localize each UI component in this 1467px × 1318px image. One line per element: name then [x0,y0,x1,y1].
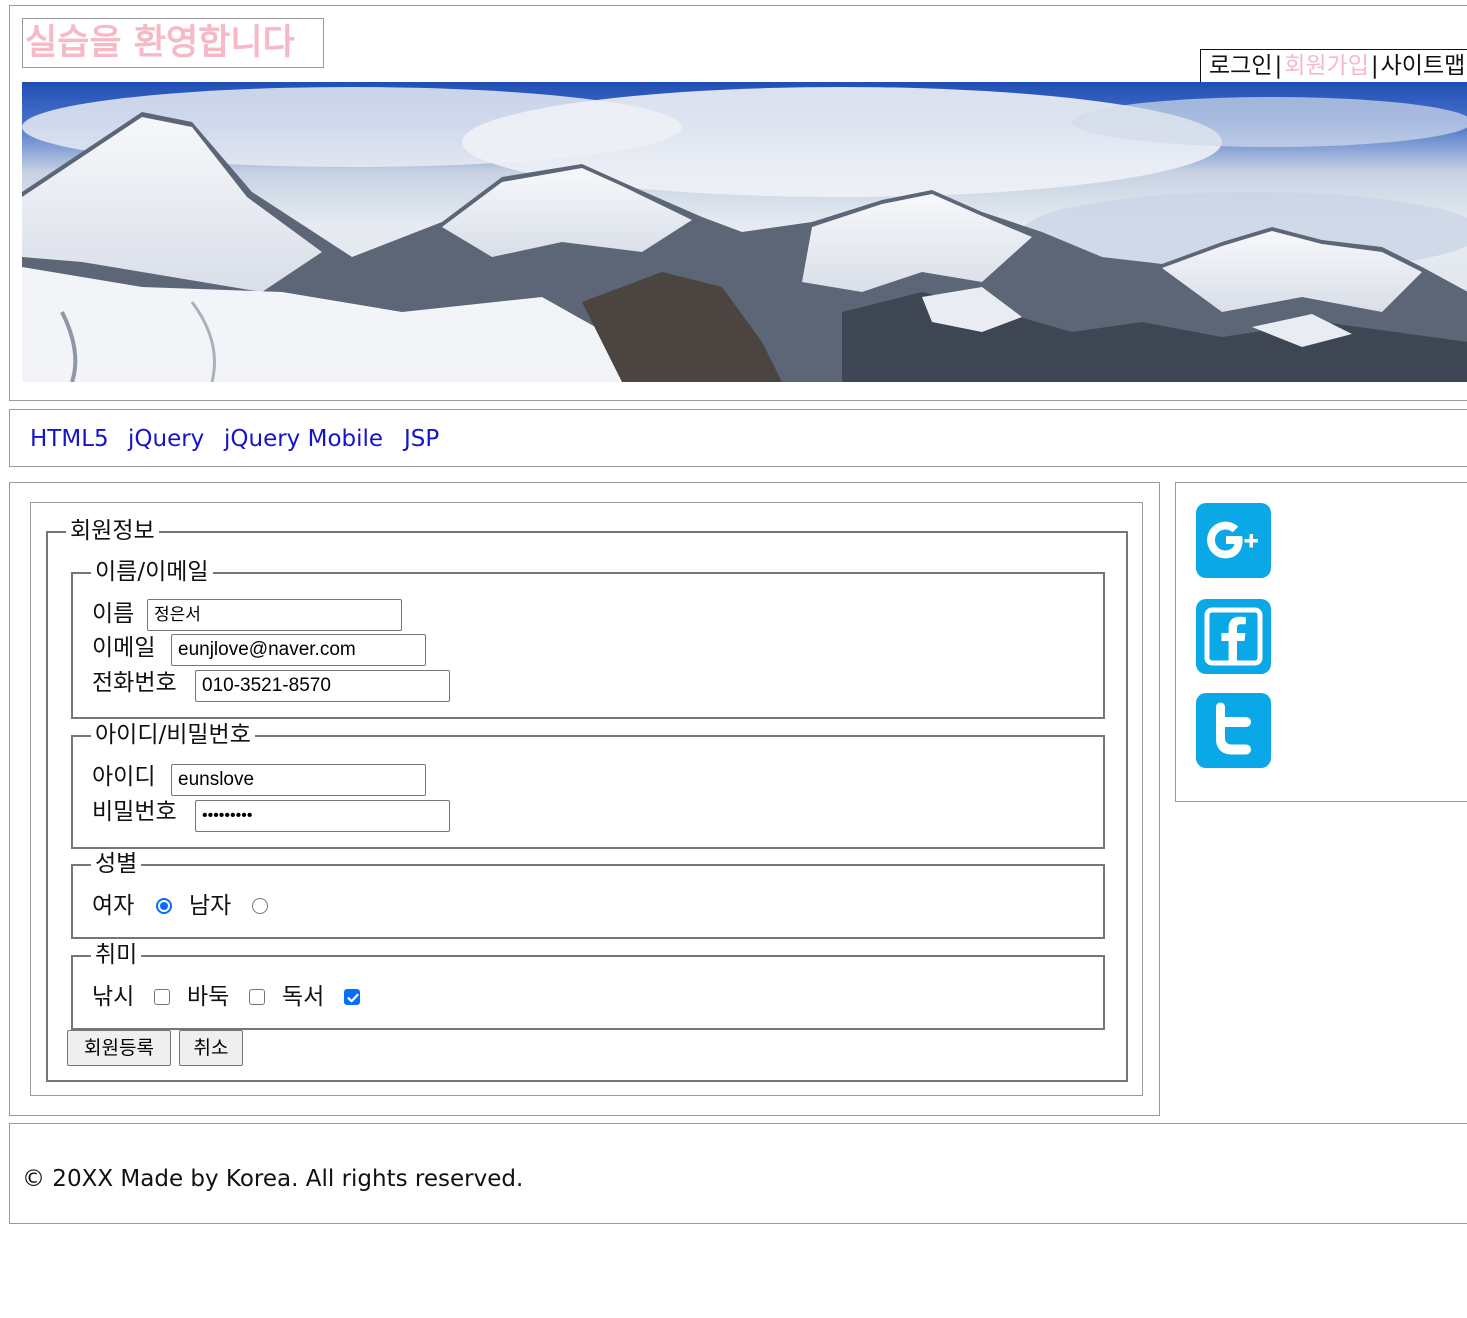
name-label: 이름 [92,601,135,627]
phone-label: 전화번호 [92,670,177,696]
phone-input[interactable]: 010-3521-8570 [195,670,450,702]
twitter-icon[interactable] [1196,693,1271,768]
user-id-input[interactable]: eunslove [171,764,426,796]
hobby-legend: 취미 [91,940,142,970]
email-label: 이메일 [92,635,156,661]
gender-fieldset: 성별 여자 남자 [71,849,1105,939]
gender-female-radio[interactable] [156,898,172,914]
hobby-baduk-checkbox[interactable] [249,989,265,1005]
top-nav-sitemap[interactable]: 사이트맵 [1381,53,1466,79]
nav-link-jsp[interactable]: JSP [404,425,439,453]
top-nav-signup[interactable]: 회원가입 [1284,53,1369,79]
nav-link-jquery-mobile[interactable]: jQuery Mobile [224,425,383,453]
hobby-fieldset: 취미 낚시 바둑 독서 [71,940,1105,1030]
social-aside [1175,482,1467,802]
gender-female-label: 여자 [92,893,135,919]
gender-male-label: 남자 [189,893,232,919]
page-header: 실습을 환영합니다 로그인|회원가입|사이트맵 [9,5,1467,401]
main-section: 회원정보 이름/이메일 이름 정은서 이메일 eunjlove@naver.co… [9,482,1160,1116]
page-footer: © 20XX Made by Korea. All rights reserve… [9,1123,1467,1224]
name-input[interactable]: 정은서 [147,599,402,631]
top-nav-separator: | [1370,53,1379,79]
hobby-fishing-checkbox[interactable] [154,989,170,1005]
top-nav-login[interactable]: 로그인 [1209,53,1272,79]
hobby-reading-checkbox[interactable] [344,989,360,1005]
checkmark-icon [347,993,359,1003]
cancel-button[interactable]: 취소 [179,1030,243,1066]
member-info-legend: 회원정보 [66,516,159,546]
member-info-fieldset: 회원정보 이름/이메일 이름 정은서 이메일 eunjlove@naver.co… [46,516,1128,1082]
nav-link-jquery[interactable]: jQuery [128,425,204,453]
facebook-icon[interactable] [1196,599,1271,674]
gender-legend: 성별 [91,849,142,879]
account-fieldset: 아이디/비밀번호 아이디 eunslove 비밀번호 ••••••••• [71,720,1105,849]
email-input[interactable]: eunjlove@naver.com [171,634,426,666]
form-wrapper: 회원정보 이름/이메일 이름 정은서 이메일 eunjlove@naver.co… [30,502,1143,1096]
top-nav: 로그인|회원가입|사이트맵 [1200,49,1467,83]
name-email-fieldset: 이름/이메일 이름 정은서 이메일 eunjlove@naver.com 전화번… [71,557,1105,719]
main-nav: HTML5 jQuery jQuery Mobile JSP [9,409,1467,467]
account-legend: 아이디/비밀번호 [91,720,255,750]
mountain-banner-image [22,82,1467,382]
name-email-legend: 이름/이메일 [91,557,213,587]
register-button[interactable]: 회원등록 [67,1030,171,1066]
site-logo[interactable]: 실습을 환영합니다 [22,18,324,68]
hobby-fishing-label: 낚시 [92,984,135,1010]
hobby-reading-label: 독서 [282,984,325,1010]
nav-link-html5[interactable]: HTML5 [30,425,109,453]
copyright-text: © 20XX Made by Korea. All rights reserve… [22,1166,524,1192]
password-label: 비밀번호 [92,799,177,825]
user-id-label: 아이디 [92,764,156,790]
hobby-baduk-label: 바둑 [187,984,230,1010]
top-nav-separator: | [1274,53,1283,79]
google-plus-icon[interactable] [1196,503,1271,578]
gender-male-radio[interactable] [252,898,268,914]
password-input[interactable]: ••••••••• [195,800,450,832]
